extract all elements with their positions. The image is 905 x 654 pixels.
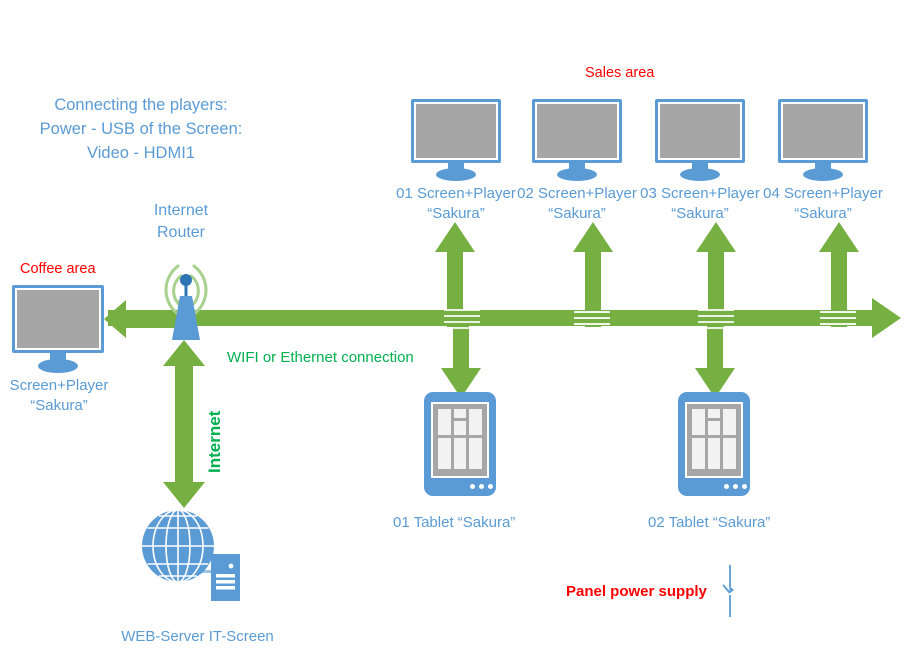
- wifi-ethernet-connection-label: WIFI or Ethernet connection: [227, 349, 414, 366]
- tablet-02-label: 02 Tablet “Sakura”: [648, 514, 771, 531]
- tablet-01-icon: [424, 392, 496, 496]
- bus-junction-04: [820, 311, 856, 325]
- web-server-globe-icon: [142, 509, 240, 601]
- wifi-router-icon: [164, 264, 208, 340]
- sales-screen-03-icon: [655, 99, 745, 183]
- coffee-area-label: Coffee area: [20, 261, 96, 277]
- internet-vertical-label: Internet: [205, 410, 224, 473]
- bus-junction-02: [574, 311, 610, 325]
- sales-area-label: Sales area: [585, 65, 655, 81]
- internet-router-label: Internet Router: [153, 202, 209, 241]
- internet-link-arrow: [163, 340, 205, 508]
- sales-screen-01-icon: [411, 99, 501, 183]
- coffee-area-screen-icon: [12, 285, 104, 375]
- web-server-label: WEB-Server IT-Screen: [121, 628, 274, 645]
- sales-screen-04-label: 04 Screen+Player “Sakura”: [763, 185, 883, 222]
- network-diagram-canvas: Connecting the players: Power - USB of t…: [0, 0, 905, 654]
- panel-power-switch-icon: [722, 565, 734, 617]
- sales-screen-02-label: 02 Screen+Player “Sakura”: [517, 185, 637, 222]
- bus-junction-03: [698, 309, 734, 329]
- sales-screen-02-icon: [532, 99, 622, 183]
- connecting-players-note: Connecting the players: Power - USB of t…: [39, 96, 243, 162]
- panel-power-supply-label: Panel power supply: [566, 583, 707, 600]
- tablet-01-label: 01 Tablet “Sakura”: [393, 514, 516, 531]
- coffee-area-screen-label: Screen+Player “Sakura”: [9, 377, 109, 414]
- sales-screen-04-icon: [778, 99, 868, 183]
- tablet-02-icon: [678, 392, 750, 496]
- sales-screen-01-label: 01 Screen+Player “Sakura”: [396, 185, 516, 222]
- bus-junction-01: [444, 309, 480, 329]
- sales-screen-03-label: 03 Screen+Player “Sakura”: [640, 185, 760, 222]
